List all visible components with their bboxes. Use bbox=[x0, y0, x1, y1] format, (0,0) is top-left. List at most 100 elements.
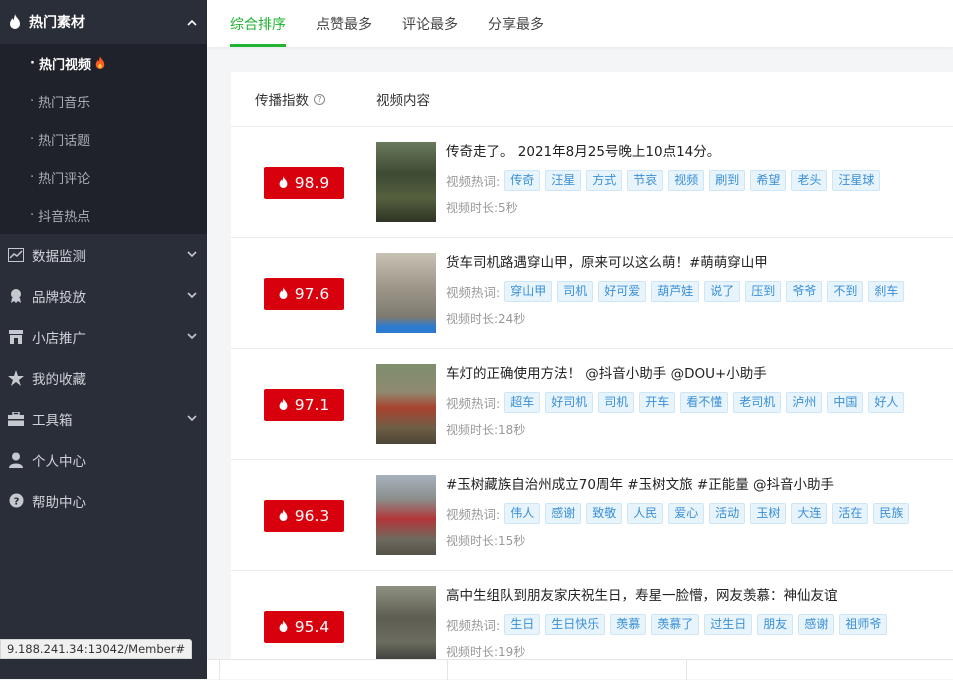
hot-word-tag[interactable]: 大连 bbox=[791, 503, 828, 524]
hot-word-tag[interactable]: 视频 bbox=[668, 170, 705, 191]
video-title[interactable]: 车灯的正确使用方法！ @抖音小助手 @DOU+小助手 bbox=[446, 363, 909, 385]
sidebar-item-label: 热门音乐 bbox=[38, 95, 91, 111]
hot-word-tag[interactable]: 活在 bbox=[832, 503, 869, 524]
hot-word-tag[interactable]: 活动 bbox=[709, 503, 746, 524]
hot-word-tag[interactable]: 感谢 bbox=[545, 503, 582, 524]
hot-word-tag[interactable]: 爱心 bbox=[668, 503, 705, 524]
hot-word-tag[interactable]: 羡慕了 bbox=[651, 614, 700, 635]
hot-word-tag[interactable]: 穿山甲 bbox=[504, 281, 553, 302]
user-icon bbox=[8, 452, 24, 468]
fire-badge-icon bbox=[94, 56, 106, 70]
hot-word-tag[interactable]: 过生日 bbox=[704, 614, 753, 635]
hot-words-label: 视频热词: bbox=[446, 396, 501, 411]
hot-word-tag[interactable]: 刷到 bbox=[709, 170, 746, 191]
video-title[interactable]: 传奇走了。 2021年8月25号晚上10点14分。 bbox=[446, 141, 885, 163]
sidebar-item-label: 工具箱 bbox=[32, 412, 73, 429]
sidebar-item-favorites[interactable]: 我的收藏 bbox=[0, 357, 207, 398]
sidebar-item-hot-topic[interactable]: · 热门话题 bbox=[0, 120, 207, 158]
sidebar-item-brand-ads[interactable]: 品牌投放 bbox=[0, 275, 207, 316]
hot-word-tag[interactable]: 中国 bbox=[827, 392, 864, 413]
hot-word-tag[interactable]: 葫芦娃 bbox=[651, 281, 700, 302]
hot-word-tag[interactable]: 民族 bbox=[873, 503, 910, 524]
hot-word-tag[interactable]: 节哀 bbox=[627, 170, 664, 191]
hot-word-tag[interactable]: 希望 bbox=[750, 170, 787, 191]
video-thumbnail[interactable] bbox=[376, 364, 436, 444]
hot-word-tag[interactable]: 伟人 bbox=[504, 503, 541, 524]
hot-word-tag[interactable]: 汪星 bbox=[545, 170, 582, 191]
sidebar-section-hot-material[interactable]: 热门素材 bbox=[0, 0, 207, 44]
help-circle-icon[interactable]: ? bbox=[314, 93, 325, 105]
table-row[interactable]: 97.1 车灯的正确使用方法！ @抖音小助手 @DOU+小助手 视频热词: 超车… bbox=[231, 349, 953, 460]
help-icon: ? bbox=[8, 493, 24, 509]
bullet: · bbox=[30, 55, 35, 71]
hot-word-tag[interactable]: 汪星球 bbox=[832, 170, 881, 191]
hot-word-tag[interactable]: 刹车 bbox=[868, 281, 905, 302]
sidebar-item-shop-promo[interactable]: 小店推广 bbox=[0, 316, 207, 357]
tab-most-shares[interactable]: 分享最多 bbox=[488, 0, 544, 47]
hot-word-tag[interactable]: 爷爷 bbox=[786, 281, 823, 302]
bullet: · bbox=[30, 169, 35, 185]
video-title[interactable]: 货车司机路遇穿山甲，原来可以这么萌！#萌萌穿山甲 bbox=[446, 252, 909, 274]
hot-word-tag[interactable]: 方式 bbox=[586, 170, 623, 191]
video-title[interactable]: 高中生组队到朋友家庆祝生日，寿星一脸懵，网友羡慕：神仙友谊 bbox=[446, 585, 892, 607]
hot-word-tag[interactable]: 好可爱 bbox=[598, 281, 647, 302]
tab-most-likes[interactable]: 点赞最多 bbox=[316, 0, 372, 47]
hot-word-tag[interactable]: 泸州 bbox=[786, 392, 823, 413]
tab-most-comments[interactable]: 评论最多 bbox=[402, 0, 458, 47]
table-row[interactable]: 96.3 #玉树藏族自治州成立70周年 #玉树文旅 #正能量 @抖音小助手 视频… bbox=[231, 460, 953, 571]
hot-word-tag[interactable]: 司机 bbox=[557, 281, 594, 302]
hot-word-tag[interactable]: 好司机 bbox=[545, 392, 594, 413]
sidebar-item-douyin-trending[interactable]: · 抖音热点 bbox=[0, 196, 207, 234]
hot-word-tag[interactable]: 玉树 bbox=[750, 503, 787, 524]
video-thumbnail[interactable] bbox=[376, 475, 436, 555]
score-badge: 95.4 bbox=[263, 610, 344, 643]
video-info: 货车司机路遇穿山甲，原来可以这么萌！#萌萌穿山甲 视频热词: 穿山甲 司机 好可爱葫… bbox=[446, 252, 909, 327]
hot-word-tag[interactable]: 人民 bbox=[627, 503, 664, 524]
hot-words: 视频热词: 超车 好司机 司机 开车 看不懂 老司机 泸州 中国 好人 bbox=[446, 392, 909, 413]
hot-word-tag[interactable]: 感谢 bbox=[798, 614, 835, 635]
video-title[interactable]: #玉树藏族自治州成立70周年 #玉树文旅 #正能量 @抖音小助手 bbox=[446, 474, 914, 496]
tab-overall[interactable]: 综合排序 bbox=[230, 0, 286, 47]
hot-word-tag[interactable]: 看不懂 bbox=[680, 392, 729, 413]
sidebar-item-toolbox[interactable]: 工具箱 bbox=[0, 398, 207, 439]
sidebar-item-help[interactable]: ? 帮助中心 bbox=[0, 480, 207, 521]
duration-value: 5秒 bbox=[498, 201, 518, 215]
table-row[interactable]: 95.4 高中生组队到朋友家庆祝生日，寿星一脸懵，网友羡慕：神仙友谊 视频热词:… bbox=[231, 571, 953, 672]
sidebar-item-hot-video[interactable]: · 热门视频 bbox=[0, 44, 207, 82]
hot-word-tag[interactable]: 生日快乐 bbox=[545, 614, 606, 635]
video-thumbnail[interactable] bbox=[376, 142, 436, 222]
sidebar-item-data-monitor[interactable]: 数据监测 bbox=[0, 234, 207, 275]
table-row[interactable]: 98.9 传奇走了。 2021年8月25号晚上10点14分。 视频热词: 传奇汪… bbox=[231, 127, 953, 238]
hot-words-label: 视频热词: bbox=[446, 174, 501, 189]
hot-word-tag[interactable]: 老头 bbox=[791, 170, 828, 191]
hot-word-tag[interactable]: 传奇 bbox=[504, 170, 541, 191]
hot-word-tag[interactable]: 生日 bbox=[504, 614, 541, 635]
sidebar-item-label: 热门话题 bbox=[38, 133, 91, 149]
hot-word-tag[interactable]: 说了 bbox=[704, 281, 741, 302]
sidebar-item-profile[interactable]: 个人中心 bbox=[0, 439, 207, 480]
hot-word-tag[interactable]: 开车 bbox=[639, 392, 676, 413]
hot-word-tag[interactable]: 好人 bbox=[868, 392, 905, 413]
hot-word-tag[interactable]: 压到 bbox=[745, 281, 782, 302]
duration-label: 视频时长: bbox=[446, 201, 499, 215]
hot-word-tag[interactable]: 超车 bbox=[504, 392, 541, 413]
score-cell: 95.4 bbox=[231, 571, 376, 672]
video-thumbnail[interactable] bbox=[376, 586, 436, 666]
duration-label: 视频时长: bbox=[446, 312, 499, 326]
col-score-header: 传播指数 ? bbox=[231, 89, 376, 109]
sidebar-item-label: 热门视频 bbox=[38, 57, 91, 73]
hot-word-tag[interactable]: 祖师爷 bbox=[839, 614, 888, 635]
hot-word-tag[interactable]: 司机 bbox=[598, 392, 635, 413]
main-content: 综合排序 点赞最多 评论最多 分享最多 传播指数 ? 视频内容 98.9 传奇走… bbox=[207, 0, 953, 679]
hot-word-tag[interactable]: 朋友 bbox=[757, 614, 794, 635]
table-row[interactable]: 97.6 货车司机路遇穿山甲，原来可以这么萌！#萌萌穿山甲 视频热词: 穿山甲司… bbox=[231, 238, 953, 349]
video-thumbnail[interactable] bbox=[376, 253, 436, 333]
hot-word-tag[interactable]: 不到 bbox=[827, 281, 864, 302]
hot-word-tag[interactable]: 致敬 bbox=[586, 503, 623, 524]
hot-word-tag[interactable]: 老司机 bbox=[733, 392, 782, 413]
flame-icon bbox=[279, 287, 288, 299]
sidebar-item-hot-comment[interactable]: · 热门评论 bbox=[0, 158, 207, 196]
hot-words-label: 视频热词: bbox=[446, 507, 501, 522]
sidebar-item-hot-music[interactable]: · 热门音乐 bbox=[0, 82, 207, 120]
hot-word-tag[interactable]: 羡慕 bbox=[610, 614, 647, 635]
